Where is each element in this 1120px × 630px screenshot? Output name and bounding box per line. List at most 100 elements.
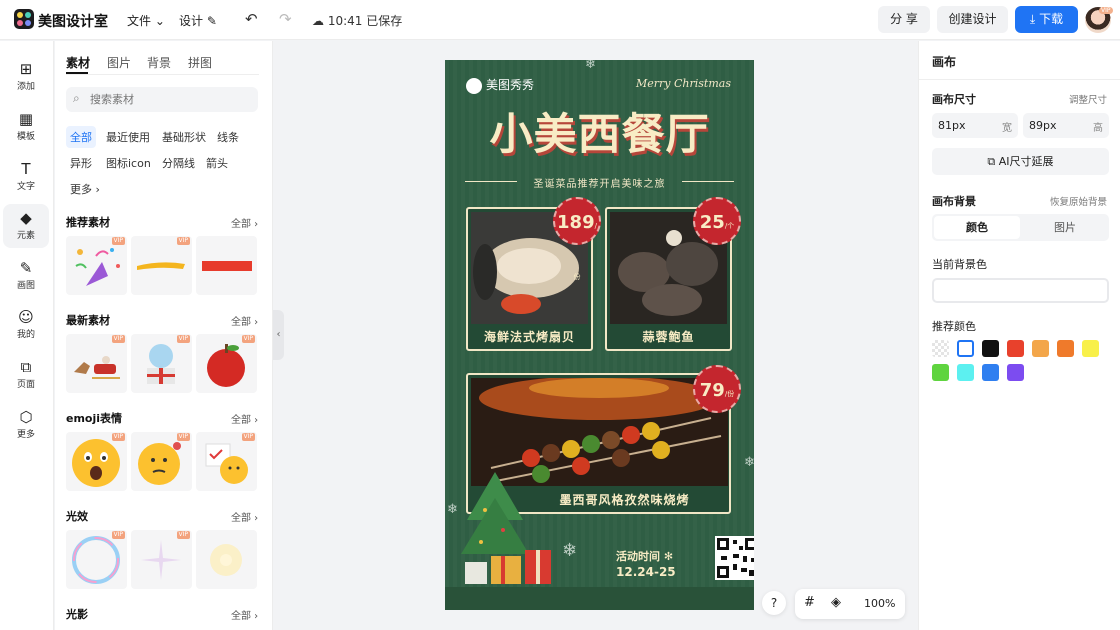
asset-thumb-party-popper[interactable]: VIP bbox=[66, 236, 127, 295]
section-all-label: 全部 bbox=[231, 611, 251, 622]
avatar-vip-badge: VIP bbox=[1099, 7, 1113, 14]
event-date: 12.24-25 bbox=[616, 565, 676, 579]
chip-irregular[interactable]: 异形 bbox=[66, 152, 96, 174]
restore-bg-link[interactable]: 恢复原始背景 bbox=[1050, 194, 1107, 208]
design-menu[interactable]: 设计 ✎ bbox=[179, 12, 217, 29]
rail-item-add[interactable]: ⊞ 添加 bbox=[3, 55, 49, 99]
swatch-white[interactable] bbox=[957, 340, 974, 357]
swatch-black[interactable] bbox=[982, 340, 999, 357]
swatch-transparent[interactable] bbox=[932, 340, 949, 357]
rail-item-pages[interactable]: ⧉ 页面 bbox=[3, 353, 49, 397]
create-design-button[interactable]: 创建设计 bbox=[937, 6, 1008, 33]
asset-thumb-snow-globe[interactable]: VIP bbox=[131, 334, 192, 393]
asset-thumb-emoji-checklist[interactable]: VIP bbox=[196, 432, 257, 491]
rail-item-draw[interactable]: ✎ 画图 bbox=[3, 254, 49, 298]
tab-color[interactable]: 颜色 bbox=[934, 216, 1020, 239]
rail-item-elements[interactable]: ◆ 元素 bbox=[3, 204, 49, 248]
swatch-blue[interactable] bbox=[982, 364, 999, 381]
share-button[interactable]: 分 享 bbox=[878, 6, 930, 33]
asset-panel: 素材 图片 背景 拼图 ⌕ 全部 最近使用 基础形状 线条 异形 图标icon … bbox=[55, 41, 273, 630]
chip-lines[interactable]: 线条 bbox=[213, 126, 243, 148]
undo-icon[interactable]: ↶ bbox=[245, 10, 258, 28]
tab-collage[interactable]: 拼图 bbox=[188, 54, 212, 71]
price-value: 25 bbox=[699, 212, 725, 233]
current-bg-color[interactable] bbox=[932, 278, 1109, 303]
cube-icon: ⬡ bbox=[19, 408, 33, 426]
asset-thumb-emoji-scared[interactable]: VIP bbox=[66, 432, 127, 491]
menu-item-name: 海鲜法式烤扇贝 bbox=[483, 330, 575, 344]
swatch-yellow[interactable] bbox=[1082, 340, 1099, 357]
brand-logo-icon bbox=[466, 77, 482, 94]
width-value: 81px bbox=[938, 119, 966, 132]
snowflake-icon: ✻ bbox=[663, 550, 674, 563]
redo-icon[interactable]: ↷ bbox=[279, 10, 292, 28]
zoom-level[interactable]: 100% bbox=[864, 597, 895, 610]
bg-type-switch: 颜色 图片 bbox=[932, 214, 1109, 241]
adjust-size-link[interactable]: 调整尺寸 bbox=[1069, 92, 1107, 106]
section-title-newest: 最新素材 bbox=[66, 314, 110, 327]
asset-thumb-glow[interactable] bbox=[196, 530, 257, 589]
price-unit: /个 bbox=[724, 222, 735, 230]
swatch-orange[interactable] bbox=[1057, 340, 1074, 357]
vip-badge: VIP bbox=[241, 433, 255, 441]
asset-thumb-star-flare[interactable]: VIP bbox=[131, 530, 192, 589]
width-field[interactable]: 81px 宽 bbox=[932, 113, 1018, 138]
asset-thumb-red-bar[interactable] bbox=[196, 236, 257, 295]
grid-icon[interactable]: # bbox=[804, 595, 815, 610]
height-field[interactable]: 89px 高 bbox=[1023, 113, 1109, 138]
rail-item-more[interactable]: ⬡ 更多 bbox=[3, 403, 49, 447]
rail-item-text[interactable]: T 文字 bbox=[3, 155, 49, 199]
chip-divider[interactable]: 分隔线 bbox=[158, 152, 199, 174]
asset-thumb-emoji-thinking[interactable]: VIP bbox=[131, 432, 192, 491]
help-button[interactable]: ? bbox=[762, 591, 786, 615]
rail-label: 模板 bbox=[16, 132, 35, 142]
tab-images[interactable]: 图片 bbox=[107, 54, 131, 71]
file-menu-label: 文件 bbox=[127, 14, 152, 28]
asset-thumb-brush-stroke[interactable]: VIP bbox=[131, 236, 192, 295]
tab-background[interactable]: 背景 bbox=[147, 54, 171, 71]
section-title-emoji: emoji表情 bbox=[66, 412, 123, 425]
rail-item-template[interactable]: ▦ 模板 bbox=[3, 105, 49, 149]
shapes-icon: ◆ bbox=[20, 209, 32, 227]
section-all-link[interactable]: 全部 › bbox=[231, 607, 258, 622]
rail-item-mine[interactable]: ☺ 我的 bbox=[3, 303, 49, 347]
chip-all[interactable]: 全部 bbox=[66, 126, 96, 148]
swatch-cyan[interactable] bbox=[957, 364, 974, 381]
swatch-light-orange[interactable] bbox=[1032, 340, 1049, 357]
search-box[interactable]: ⌕ bbox=[66, 87, 258, 112]
app-logo-icon bbox=[14, 9, 34, 29]
vip-badge: VIP bbox=[176, 237, 190, 245]
swatch-red[interactable] bbox=[1007, 340, 1024, 357]
layers-icon[interactable]: ◈ bbox=[831, 595, 841, 610]
file-menu[interactable]: 文件 ⌄ bbox=[127, 12, 165, 29]
download-button[interactable]: ⤓ 下载 bbox=[1015, 6, 1078, 33]
page-add-icon: ⧉ bbox=[20, 358, 32, 376]
vip-badge: VIP bbox=[111, 531, 125, 539]
rail-label: 页面 bbox=[16, 380, 35, 390]
swatch-green[interactable] bbox=[932, 364, 949, 381]
asset-thumb-bubble[interactable]: VIP bbox=[66, 530, 127, 589]
price-value: 189 bbox=[557, 212, 595, 233]
poster-canvas[interactable]: ❄ ❄ ❄ ❄ 美图秀秀 Merry Christmas 小美西餐厅 圣诞菜品推… bbox=[445, 60, 754, 610]
tab-materials[interactable]: 素材 bbox=[66, 54, 90, 71]
chip-more[interactable]: 更多 › bbox=[66, 178, 104, 200]
width-unit: 宽 bbox=[1002, 123, 1012, 134]
ai-extend-button[interactable]: ⧉ AI尺寸延展 bbox=[932, 148, 1109, 175]
rail-label: 元素 bbox=[16, 231, 35, 241]
asset-thumb-apple[interactable]: VIP bbox=[196, 334, 257, 393]
asset-thumb-sleigh[interactable]: VIP bbox=[66, 334, 127, 393]
section-all-link[interactable]: 全部 › bbox=[231, 411, 258, 426]
search-input[interactable] bbox=[90, 90, 250, 109]
christmas-tree-illustration bbox=[461, 472, 551, 584]
canvas-area: ❄ ❄ ❄ ❄ 美图秀秀 Merry Christmas 小美西餐厅 圣诞菜品推… bbox=[274, 41, 918, 630]
search-icon: ⌕ bbox=[73, 91, 80, 105]
swatch-purple[interactable] bbox=[1007, 364, 1024, 381]
chip-basic-shapes[interactable]: 基础形状 bbox=[158, 126, 210, 148]
tab-image[interactable]: 图片 bbox=[1022, 216, 1108, 239]
section-all-link[interactable]: 全部 › bbox=[231, 313, 258, 328]
section-all-link[interactable]: 全部 › bbox=[231, 215, 258, 230]
section-all-link[interactable]: 全部 › bbox=[231, 509, 258, 524]
chip-recent[interactable]: 最近使用 bbox=[102, 126, 154, 148]
chip-icons[interactable]: 图标icon bbox=[102, 152, 155, 174]
chip-arrows[interactable]: 箭头 bbox=[202, 152, 232, 174]
